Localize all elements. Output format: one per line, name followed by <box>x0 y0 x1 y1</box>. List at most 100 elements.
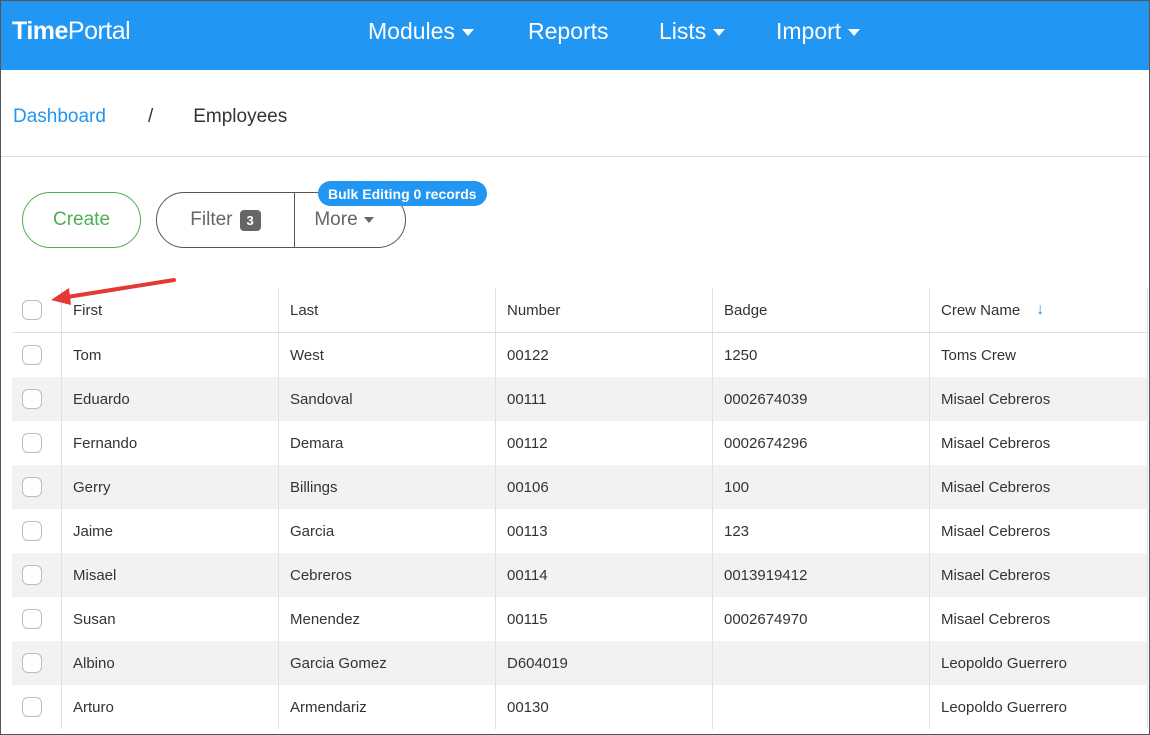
cell-last: West <box>279 333 496 377</box>
row-select-cell <box>12 597 62 641</box>
chevron-down-icon <box>848 29 861 36</box>
cell-badge: 0002674970 <box>713 597 930 641</box>
row-select-cell <box>12 685 62 729</box>
cell-number: 00130 <box>496 685 713 729</box>
cell-last: Demara <box>279 421 496 465</box>
create-button[interactable]: Create <box>22 192 141 248</box>
cell-crew-name: Misael Cebreros <box>930 421 1148 465</box>
cell-number: 00113 <box>496 509 713 553</box>
cell-badge: 100 <box>713 465 930 509</box>
nav-reports[interactable]: Reports <box>528 18 609 45</box>
cell-badge: 1250 <box>713 333 930 377</box>
nav-reports-label: Reports <box>528 18 609 44</box>
top-nav-bar: TimePortal Modules Reports Lists Import <box>1 1 1149 70</box>
breadcrumb-current-page: Employees <box>193 106 288 127</box>
cell-number: 00115 <box>496 597 713 641</box>
chevron-down-icon <box>461 29 474 36</box>
select-all-checkbox[interactable] <box>22 300 42 320</box>
cell-crew-name: Leopoldo Guerrero <box>930 685 1148 729</box>
header-divider <box>1 156 1149 157</box>
nav-import[interactable]: Import <box>776 18 861 45</box>
cell-first: Fernando <box>62 421 279 465</box>
cell-crew-name: Toms Crew <box>930 333 1148 377</box>
chevron-down-icon <box>713 29 726 36</box>
table-header-row: First Last Number Badge Crew Name ↓ <box>12 288 1148 333</box>
cell-crew-name: Misael Cebreros <box>930 377 1148 421</box>
cell-number: 00112 <box>496 421 713 465</box>
cell-badge: 123 <box>713 509 930 553</box>
bulk-editing-badge: Bulk Editing 0 records <box>318 181 487 206</box>
table-body: Tom West 00122 1250 Toms Crew Eduardo Sandoval… <box>12 333 1148 729</box>
column-header-last[interactable]: Last <box>279 288 496 332</box>
row-select-cell <box>12 553 62 597</box>
nav-lists[interactable]: Lists <box>659 18 726 45</box>
table-row[interactable]: Albino Garcia Gomez D604019 Leopoldo Guerre… <box>12 641 1148 685</box>
cell-badge: 0002674296 <box>713 421 930 465</box>
cell-badge <box>713 685 930 729</box>
cell-last: Armendariz <box>279 685 496 729</box>
table-row[interactable]: Gerry Billings 00106 100 Misael Cebreros <box>12 465 1148 509</box>
cell-crew-name: Misael Cebreros <box>930 597 1148 641</box>
row-checkbox[interactable] <box>22 477 42 497</box>
cell-crew-name: Misael Cebreros <box>930 509 1148 553</box>
nav-import-label: Import <box>776 18 842 44</box>
column-header-badge[interactable]: Badge <box>713 288 930 332</box>
cell-first: Tom <box>62 333 279 377</box>
cell-last: Garcia Gomez <box>279 641 496 685</box>
breadcrumb-dashboard-link[interactable]: Dashboard <box>13 106 106 128</box>
brand-logo[interactable]: TimePortal <box>12 17 131 46</box>
table-row[interactable]: Tom West 00122 1250 Toms Crew <box>12 333 1148 377</box>
breadcrumb: Dashboard / Employees <box>13 106 287 128</box>
cell-badge: 0002674039 <box>713 377 930 421</box>
row-checkbox[interactable] <box>22 521 42 541</box>
row-checkbox[interactable] <box>22 389 42 409</box>
cell-last: Cebreros <box>279 553 496 597</box>
cell-last: Billings <box>279 465 496 509</box>
nav-lists-label: Lists <box>659 18 707 44</box>
cell-first: Misael <box>62 553 279 597</box>
nav-modules[interactable]: Modules <box>368 18 474 45</box>
annotation-arrow <box>51 278 176 305</box>
cell-first: Susan <box>62 597 279 641</box>
cell-last: Garcia <box>279 509 496 553</box>
chevron-down-icon <box>363 217 374 223</box>
breadcrumb-separator: / <box>147 106 154 127</box>
cell-number: 00111 <box>496 377 713 421</box>
cell-first: Arturo <box>62 685 279 729</box>
column-header-number[interactable]: Number <box>496 288 713 332</box>
table-row[interactable]: Susan Menendez 00115 0002674970 Misael Cebre… <box>12 597 1148 641</box>
table-row[interactable]: Eduardo Sandoval 00111 0002674039 Misael Ceb… <box>12 377 1148 421</box>
row-checkbox[interactable] <box>22 697 42 717</box>
table-row[interactable]: Misael Cebreros 00114 0013919412 Misael Cebr… <box>12 553 1148 597</box>
row-select-cell <box>12 465 62 509</box>
row-checkbox[interactable] <box>22 565 42 585</box>
cell-crew-name: Leopoldo Guerrero <box>930 641 1148 685</box>
sort-descending-icon[interactable]: ↓ <box>1036 301 1044 319</box>
row-checkbox[interactable] <box>22 345 42 365</box>
table-row[interactable]: Fernando Demara 00112 0002674296 Misael Cebr… <box>12 421 1148 465</box>
column-header-crew-name[interactable]: Crew Name ↓ <box>930 288 1148 332</box>
row-checkbox[interactable] <box>22 433 42 453</box>
brand-part-time: Time <box>12 17 68 45</box>
row-checkbox[interactable] <box>22 609 42 629</box>
row-select-cell <box>12 377 62 421</box>
cell-last: Menendez <box>279 597 496 641</box>
cell-number: 00106 <box>496 465 713 509</box>
cell-first: Eduardo <box>62 377 279 421</box>
cell-number: D604019 <box>496 641 713 685</box>
filter-button-label: Filter <box>190 209 233 230</box>
filter-count-badge: 3 <box>239 209 261 231</box>
cell-last: Sandoval <box>279 377 496 421</box>
cell-crew-name: Misael Cebreros <box>930 465 1148 509</box>
more-button-label: More <box>314 209 358 230</box>
row-select-cell <box>12 421 62 465</box>
row-checkbox[interactable] <box>22 653 42 673</box>
row-select-cell <box>12 641 62 685</box>
filter-button[interactable]: Filter 3 <box>157 193 295 247</box>
app-window: TimePortal Modules Reports Lists Import … <box>0 0 1150 735</box>
cell-crew-name: Misael Cebreros <box>930 553 1148 597</box>
table-row[interactable]: Arturo Armendariz 00130 Leopoldo Guerrero <box>12 685 1148 729</box>
table-row[interactable]: Jaime Garcia 00113 123 Misael Cebreros <box>12 509 1148 553</box>
column-header-crew-name-label: Crew Name <box>941 301 1021 319</box>
row-select-cell <box>12 333 62 377</box>
